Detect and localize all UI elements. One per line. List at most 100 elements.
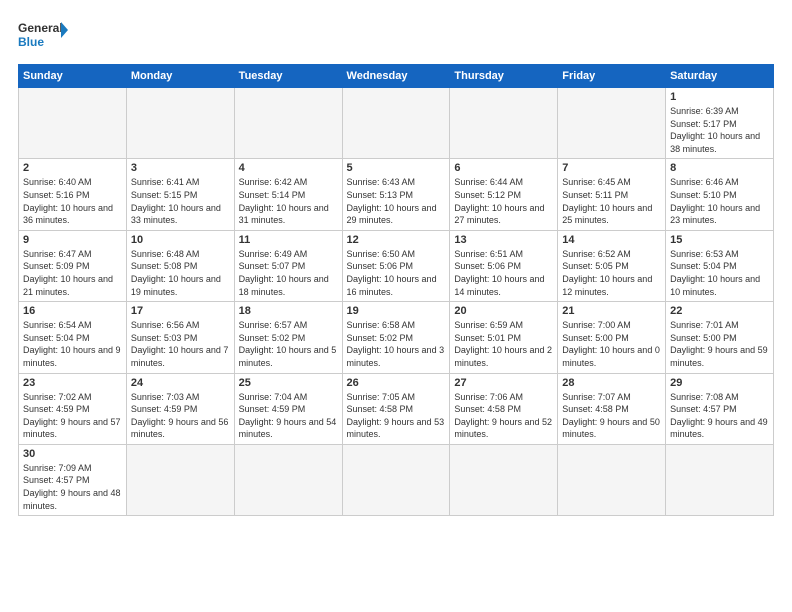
day-number: 18 bbox=[239, 305, 338, 317]
day-cell: 1 Sunrise: 6:39 AM Sunset: 5:17 PM Daylig… bbox=[666, 88, 774, 159]
page: General Blue SundayMondayTuesdayWednesda… bbox=[0, 0, 792, 612]
day-cell: 5 Sunrise: 6:43 AM Sunset: 5:13 PM Daylig… bbox=[342, 159, 450, 230]
day-info: Sunrise: 6:50 AM Sunset: 5:06 PM Dayligh… bbox=[347, 248, 446, 298]
weekday-sunday: Sunday bbox=[19, 65, 127, 88]
day-cell bbox=[558, 88, 666, 159]
day-number: 30 bbox=[23, 448, 122, 460]
day-cell bbox=[558, 444, 666, 515]
day-info: Sunrise: 6:45 AM Sunset: 5:11 PM Dayligh… bbox=[562, 176, 661, 226]
day-number: 14 bbox=[562, 234, 661, 246]
week-row-4: 16 Sunrise: 6:54 AM Sunset: 5:04 PM Dayli… bbox=[19, 302, 774, 373]
logo-svg: General Blue bbox=[18, 18, 68, 54]
day-cell: 30Sunrise: 7:09 AM Sunset: 4:57 PM Dayli… bbox=[19, 444, 127, 515]
day-number: 21 bbox=[562, 305, 661, 317]
day-cell: 24 Sunrise: 7:03 AM Sunset: 4:59 PM Dayli… bbox=[126, 373, 234, 444]
day-info: Sunrise: 6:43 AM Sunset: 5:13 PM Dayligh… bbox=[347, 176, 446, 226]
day-cell bbox=[234, 444, 342, 515]
day-number: 25 bbox=[239, 377, 338, 389]
day-info: Sunrise: 7:03 AM Sunset: 4:59 PM Dayligh… bbox=[131, 391, 230, 441]
weekday-tuesday: Tuesday bbox=[234, 65, 342, 88]
day-cell: 25 Sunrise: 7:04 AM Sunset: 4:59 PM Dayli… bbox=[234, 373, 342, 444]
week-row-3: 9 Sunrise: 6:47 AM Sunset: 5:09 PM Daylig… bbox=[19, 230, 774, 301]
day-cell: 26 Sunrise: 7:05 AM Sunset: 4:58 PM Dayli… bbox=[342, 373, 450, 444]
day-info: Sunrise: 6:48 AM Sunset: 5:08 PM Dayligh… bbox=[131, 248, 230, 298]
day-info: Sunrise: 6:58 AM Sunset: 5:02 PM Dayligh… bbox=[347, 319, 446, 369]
svg-text:Blue: Blue bbox=[18, 35, 44, 49]
day-number: 29 bbox=[670, 377, 769, 389]
day-cell: 6 Sunrise: 6:44 AM Sunset: 5:12 PM Daylig… bbox=[450, 159, 558, 230]
day-number: 5 bbox=[347, 162, 446, 174]
day-number: 12 bbox=[347, 234, 446, 246]
day-info: Sunrise: 6:52 AM Sunset: 5:05 PM Dayligh… bbox=[562, 248, 661, 298]
day-cell: 9 Sunrise: 6:47 AM Sunset: 5:09 PM Daylig… bbox=[19, 230, 127, 301]
day-number: 24 bbox=[131, 377, 230, 389]
day-info: Sunrise: 6:44 AM Sunset: 5:12 PM Dayligh… bbox=[454, 176, 553, 226]
calendar: SundayMondayTuesdayWednesdayThursdayFrid… bbox=[18, 64, 774, 516]
week-row-6: 30Sunrise: 7:09 AM Sunset: 4:57 PM Dayli… bbox=[19, 444, 774, 515]
day-number: 11 bbox=[239, 234, 338, 246]
day-cell: 7 Sunrise: 6:45 AM Sunset: 5:11 PM Daylig… bbox=[558, 159, 666, 230]
day-number: 23 bbox=[23, 377, 122, 389]
day-info: Sunrise: 6:59 AM Sunset: 5:01 PM Dayligh… bbox=[454, 319, 553, 369]
day-number: 1 bbox=[670, 91, 769, 103]
day-cell: 22 Sunrise: 7:01 AM Sunset: 5:00 PM Dayli… bbox=[666, 302, 774, 373]
day-info: Sunrise: 6:41 AM Sunset: 5:15 PM Dayligh… bbox=[131, 176, 230, 226]
day-number: 16 bbox=[23, 305, 122, 317]
day-info: Sunrise: 7:04 AM Sunset: 4:59 PM Dayligh… bbox=[239, 391, 338, 441]
day-info: Sunrise: 6:42 AM Sunset: 5:14 PM Dayligh… bbox=[239, 176, 338, 226]
day-info: Sunrise: 7:01 AM Sunset: 5:00 PM Dayligh… bbox=[670, 319, 769, 369]
day-number: 4 bbox=[239, 162, 338, 174]
day-info: Sunrise: 6:39 AM Sunset: 5:17 PM Dayligh… bbox=[670, 105, 769, 155]
weekday-thursday: Thursday bbox=[450, 65, 558, 88]
day-cell: 4 Sunrise: 6:42 AM Sunset: 5:14 PM Daylig… bbox=[234, 159, 342, 230]
day-info: Sunrise: 6:56 AM Sunset: 5:03 PM Dayligh… bbox=[131, 319, 230, 369]
header: General Blue bbox=[18, 18, 774, 54]
day-info: Sunrise: 7:00 AM Sunset: 5:00 PM Dayligh… bbox=[562, 319, 661, 369]
day-cell bbox=[342, 88, 450, 159]
day-number: 27 bbox=[454, 377, 553, 389]
day-cell bbox=[450, 88, 558, 159]
day-info: Sunrise: 6:46 AM Sunset: 5:10 PM Dayligh… bbox=[670, 176, 769, 226]
svg-text:General: General bbox=[18, 21, 63, 35]
day-info: Sunrise: 6:57 AM Sunset: 5:02 PM Dayligh… bbox=[239, 319, 338, 369]
day-number: 3 bbox=[131, 162, 230, 174]
day-cell: 20 Sunrise: 6:59 AM Sunset: 5:01 PM Dayli… bbox=[450, 302, 558, 373]
day-cell: 3 Sunrise: 6:41 AM Sunset: 5:15 PM Daylig… bbox=[126, 159, 234, 230]
day-cell: 18 Sunrise: 6:57 AM Sunset: 5:02 PM Dayli… bbox=[234, 302, 342, 373]
day-info: Sunrise: 7:05 AM Sunset: 4:58 PM Dayligh… bbox=[347, 391, 446, 441]
day-number: 26 bbox=[347, 377, 446, 389]
weekday-header-row: SundayMondayTuesdayWednesdayThursdayFrid… bbox=[19, 65, 774, 88]
day-cell: 17Sunrise: 6:56 AM Sunset: 5:03 PM Dayli… bbox=[126, 302, 234, 373]
day-info: Sunrise: 6:47 AM Sunset: 5:09 PM Dayligh… bbox=[23, 248, 122, 298]
day-cell: 15 Sunrise: 6:53 AM Sunset: 5:04 PM Dayli… bbox=[666, 230, 774, 301]
day-number: 9 bbox=[23, 234, 122, 246]
day-cell: 29Sunrise: 7:08 AM Sunset: 4:57 PM Dayli… bbox=[666, 373, 774, 444]
day-number: 6 bbox=[454, 162, 553, 174]
weekday-friday: Friday bbox=[558, 65, 666, 88]
day-info: Sunrise: 6:51 AM Sunset: 5:06 PM Dayligh… bbox=[454, 248, 553, 298]
day-info: Sunrise: 6:53 AM Sunset: 5:04 PM Dayligh… bbox=[670, 248, 769, 298]
weekday-wednesday: Wednesday bbox=[342, 65, 450, 88]
day-info: Sunrise: 7:06 AM Sunset: 4:58 PM Dayligh… bbox=[454, 391, 553, 441]
day-cell: 2Sunrise: 6:40 AM Sunset: 5:16 PM Daylig… bbox=[19, 159, 127, 230]
day-cell: 21 Sunrise: 7:00 AM Sunset: 5:00 PM Dayli… bbox=[558, 302, 666, 373]
week-row-2: 2Sunrise: 6:40 AM Sunset: 5:16 PM Daylig… bbox=[19, 159, 774, 230]
day-number: 22 bbox=[670, 305, 769, 317]
day-cell: 28 Sunrise: 7:07 AM Sunset: 4:58 PM Dayli… bbox=[558, 373, 666, 444]
week-row-5: 23Sunrise: 7:02 AM Sunset: 4:59 PM Dayli… bbox=[19, 373, 774, 444]
day-info: Sunrise: 6:54 AM Sunset: 5:04 PM Dayligh… bbox=[23, 319, 122, 369]
day-cell: 13Sunrise: 6:51 AM Sunset: 5:06 PM Dayli… bbox=[450, 230, 558, 301]
day-cell bbox=[234, 88, 342, 159]
day-number: 15 bbox=[670, 234, 769, 246]
day-number: 20 bbox=[454, 305, 553, 317]
day-number: 8 bbox=[670, 162, 769, 174]
day-cell: 10Sunrise: 6:48 AM Sunset: 5:08 PM Dayli… bbox=[126, 230, 234, 301]
day-number: 28 bbox=[562, 377, 661, 389]
day-cell: 27 Sunrise: 7:06 AM Sunset: 4:58 PM Dayli… bbox=[450, 373, 558, 444]
day-cell: 23Sunrise: 7:02 AM Sunset: 4:59 PM Dayli… bbox=[19, 373, 127, 444]
day-cell: 12 Sunrise: 6:50 AM Sunset: 5:06 PM Dayli… bbox=[342, 230, 450, 301]
day-info: Sunrise: 7:07 AM Sunset: 4:58 PM Dayligh… bbox=[562, 391, 661, 441]
day-cell: 19Sunrise: 6:58 AM Sunset: 5:02 PM Dayli… bbox=[342, 302, 450, 373]
day-number: 7 bbox=[562, 162, 661, 174]
day-info: Sunrise: 6:40 AM Sunset: 5:16 PM Dayligh… bbox=[23, 176, 122, 226]
